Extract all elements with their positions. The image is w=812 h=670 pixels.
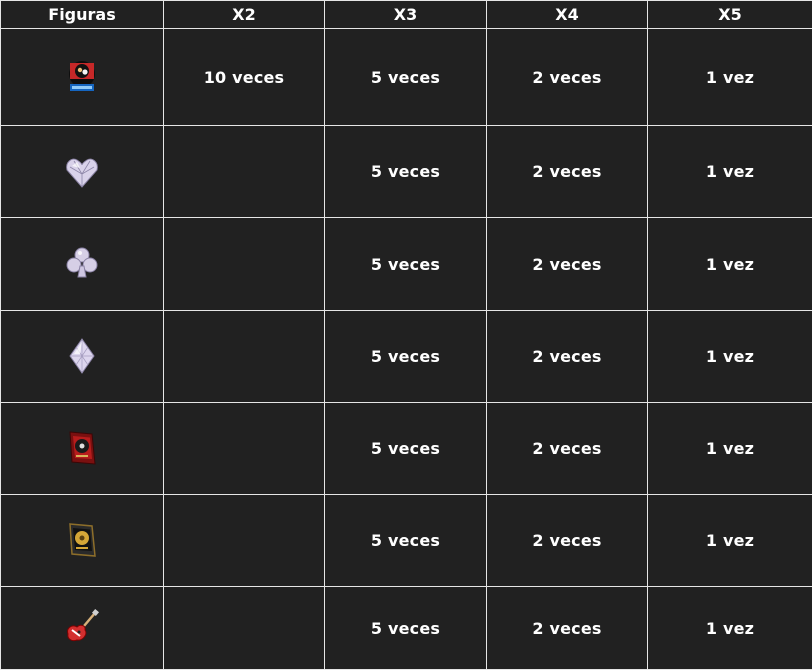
table-row: 5 veces 2 veces 1 vez — [0, 125, 812, 219]
header-x5: X5 — [647, 0, 812, 29]
x2-value — [163, 401, 325, 495]
x2-value — [163, 586, 325, 670]
header-x2: X2 — [163, 0, 325, 29]
figure-cell — [0, 586, 164, 670]
logo-icon — [62, 57, 102, 97]
table-row: 5 veces 2 veces 1 vez — [0, 493, 812, 588]
x2-value: 10 veces — [163, 27, 325, 127]
figure-cell — [0, 217, 164, 311]
x5-value: 1 vez — [647, 125, 812, 219]
x3-value: 5 veces — [324, 309, 487, 403]
x4-value: 2 veces — [486, 217, 648, 311]
header-x3: X3 — [324, 0, 487, 29]
figure-cell — [0, 401, 164, 495]
gold-record-plaque-icon — [62, 520, 102, 560]
header-x4: X4 — [486, 0, 648, 29]
header-figuras: Figuras — [0, 0, 164, 29]
electric-guitar-icon — [62, 608, 102, 648]
x4-value: 2 veces — [486, 493, 648, 588]
x2-value — [163, 217, 325, 311]
header-row: Figuras X2 X3 X4 X5 — [0, 0, 812, 29]
x5-value: 1 vez — [647, 309, 812, 403]
table-row: 10 veces 5 veces 2 veces 1 vez — [0, 27, 812, 127]
table-row: 5 veces 2 veces 1 vez — [0, 309, 812, 403]
table-row: 5 veces 2 veces 1 vez — [0, 586, 812, 670]
x3-value: 5 veces — [324, 493, 487, 588]
x5-value: 1 vez — [647, 27, 812, 127]
x3-value: 5 veces — [324, 586, 487, 670]
figure-cell — [0, 125, 164, 219]
x5-value: 1 vez — [647, 401, 812, 495]
table-row: 5 veces 2 veces 1 vez — [0, 217, 812, 311]
x3-value: 5 veces — [324, 401, 487, 495]
x5-value: 1 vez — [647, 493, 812, 588]
x4-value: 2 veces — [486, 125, 648, 219]
red-record-plaque-icon — [62, 428, 102, 468]
x4-value: 2 veces — [486, 27, 648, 127]
table-row: 5 veces 2 veces 1 vez — [0, 401, 812, 495]
diamond-gem-icon — [62, 336, 102, 376]
x3-value: 5 veces — [324, 125, 487, 219]
x5-value: 1 vez — [647, 586, 812, 670]
x2-value — [163, 309, 325, 403]
diamond-heart-icon — [62, 152, 102, 192]
x4-value: 2 veces — [486, 586, 648, 670]
x4-value: 2 veces — [486, 401, 648, 495]
figure-cell — [0, 309, 164, 403]
x5-value: 1 vez — [647, 217, 812, 311]
diamond-club-icon — [62, 244, 102, 284]
x4-value: 2 veces — [486, 309, 648, 403]
x2-value — [163, 493, 325, 588]
x3-value: 5 veces — [324, 27, 487, 127]
figure-cell — [0, 27, 164, 127]
x2-value — [163, 125, 325, 219]
figure-cell — [0, 493, 164, 588]
payout-table: Figuras X2 X3 X4 X5 10 veces 5 veces 2 v… — [0, 0, 812, 670]
x3-value: 5 veces — [324, 217, 487, 311]
